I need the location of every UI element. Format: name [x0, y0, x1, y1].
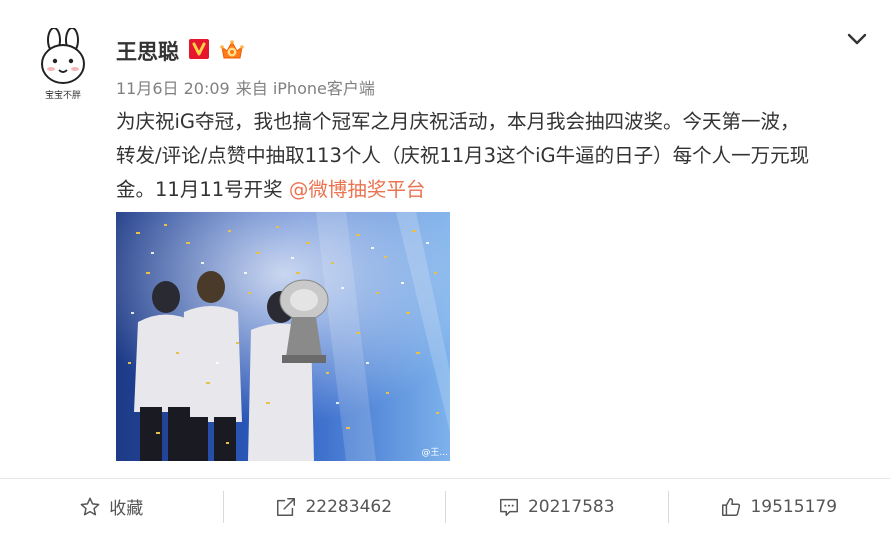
post-source: 来自 iPhone客户端 [235, 79, 375, 98]
image-watermark: @王... [421, 448, 448, 458]
comment-button[interactable]: 20217583 [445, 479, 668, 534]
post-image[interactable]: @王... [116, 212, 450, 461]
post-text-segment: 金。11月11号开奖 [116, 178, 289, 201]
avatar-caption: 宝宝不胖 [44, 91, 81, 101]
like-button[interactable]: 19515179 [667, 479, 890, 534]
repost-button[interactable]: 22283462 [222, 479, 446, 534]
post-text-line: 为庆祝iG夺冠，我也搞个冠军之月庆祝活动，本月我会抽四波奖。今天第一波， [116, 110, 800, 133]
post-meta: 11月6日 20:09 来自 iPhone客户端 [116, 75, 381, 99]
author-name[interactable]: 王思聪 [116, 36, 179, 66]
repost-count: 22283462 [305, 496, 393, 517]
post-text: 为庆祝iG夺冠，我也搞个冠军之月庆祝活动，本月我会抽四波奖。今天第一波， 转发/… [116, 105, 861, 207]
verified-v-icon [189, 39, 209, 59]
thumbs-up-icon [722, 497, 741, 516]
vip-crown-icon[interactable] [219, 38, 245, 62]
post-text-line: 转发/评论/点赞中抽取113个人（庆祝11月3这个iG牛逼的日子）每个人一万元现 [116, 144, 810, 167]
celebration-photo [116, 212, 450, 461]
comment-icon [500, 498, 518, 516]
post-text-line: 金。11月11号开奖 @微博抽奖平台 [116, 173, 861, 207]
rabbit-avatar-icon [41, 28, 85, 84]
action-bar: 收藏 22283462 20217583 19515179 [0, 479, 890, 534]
favorite-label: 收藏 [109, 499, 144, 519]
mention-link[interactable]: @微博抽奖平台 [289, 178, 426, 201]
star-icon [80, 497, 100, 515]
post-date[interactable]: 11月6日 20:09 [116, 79, 230, 98]
repost-icon [277, 497, 296, 516]
comment-count: 20217583 [527, 496, 615, 517]
favorite-button[interactable]: 收藏 [0, 479, 223, 534]
like-count: 19515179 [750, 496, 838, 517]
avatar[interactable]: 宝宝不胖 [36, 28, 86, 101]
chevron-down-icon[interactable] [846, 28, 868, 50]
